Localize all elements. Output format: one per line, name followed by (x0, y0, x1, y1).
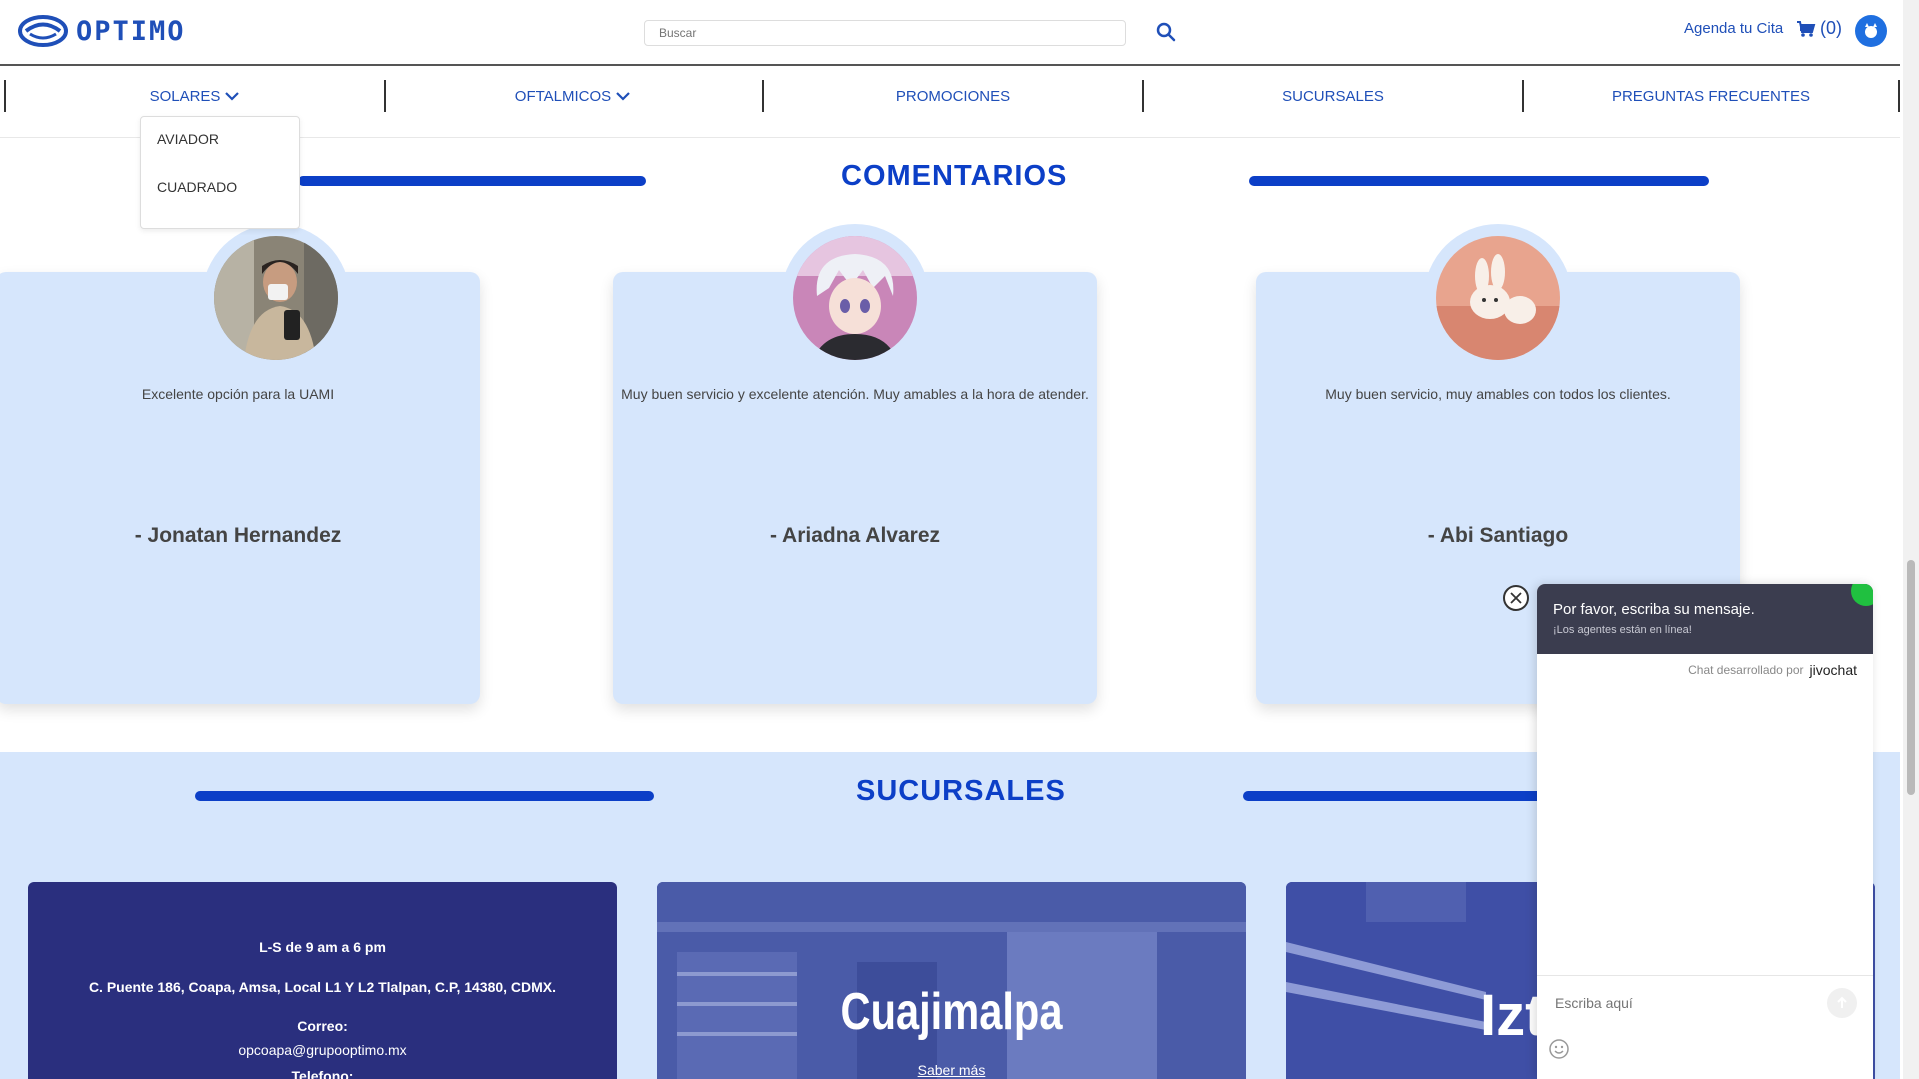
logo-text: OPTIMO (76, 15, 186, 47)
close-icon (1510, 592, 1522, 604)
chat-subtitle: ¡Los agentes están en línea! (1553, 624, 1692, 636)
chat-widget: Por favor, escriba su mensaje. ¡Los agen… (1537, 584, 1873, 1079)
chat-close-button[interactable] (1503, 585, 1529, 611)
comment-text: Muy buen servicio, muy amables con todos… (1325, 386, 1671, 402)
section-title-sucursales: SUCURSALES (856, 775, 1066, 807)
branch-name: Izt (1480, 983, 1545, 1048)
branch-card-cuajimalpa[interactable]: Cuajimalpa Saber más (657, 882, 1246, 1079)
eye-logo-icon (18, 15, 68, 47)
online-status-indicator (1851, 584, 1873, 606)
comment-author: - Ariadna Alvarez (770, 524, 940, 547)
branch-email-label: Correo: (297, 1018, 348, 1034)
chat-message-input[interactable] (1553, 990, 1827, 1016)
cart-count: (0) (1820, 18, 1842, 38)
cart-button[interactable]: (0) (1796, 18, 1842, 39)
search-icon (1156, 22, 1176, 42)
dropdown-item-cuadrado[interactable]: CUADRADO (157, 179, 237, 195)
comment-card: Excelente opción para la UAMI - Jonatan … (0, 224, 480, 704)
emoji-button[interactable] (1548, 1038, 1570, 1060)
powered-by-text: Chat desarrollado por (1688, 663, 1804, 677)
nav-item-label: PREGUNTAS FRECUENTES (1611, 87, 1811, 105)
nav-item-label: OFTALMICOS (514, 87, 612, 105)
section-title-comentarios: COMENTARIOS (841, 160, 1068, 192)
branch-address: C. Puente 186, Coapa, Amsa, Local L1 Y L… (88, 979, 557, 995)
section-divider-left (195, 791, 654, 801)
nav-item-preguntas-frecuentes[interactable]: PREGUNTAS FRECUENTES (1524, 80, 1900, 112)
branch-hours: L-S de 9 am a 6 pm (259, 939, 386, 955)
dropdown-item-aviador[interactable]: AVIADOR (157, 131, 219, 147)
comment-text: Excelente opción para la UAMI (141, 386, 335, 402)
user-icon (1865, 23, 1877, 38)
chat-powered-by: Chat desarrollado por jivochat (1688, 662, 1857, 678)
chat-header: Por favor, escriba su mensaje. ¡Los agen… (1537, 584, 1873, 654)
search-box (644, 20, 1126, 46)
store-interior-image (657, 882, 1246, 1079)
logo[interactable]: OPTIMO (18, 14, 186, 48)
branch-name: Cuajimalpa (840, 983, 1063, 1041)
nav-item-label: SUCURSALES (1282, 87, 1384, 105)
solares-dropdown-menu: AVIADOR CUADRADO (140, 116, 300, 229)
chat-input-divider (1537, 975, 1873, 976)
comment-text: Muy buen servicio y excelente atención. … (621, 386, 1089, 402)
nav-item-label: PROMOCIONES (895, 87, 1011, 105)
section-divider-left (298, 176, 646, 186)
nav-item-promociones[interactable]: PROMOCIONES (764, 80, 1144, 112)
avatar (793, 236, 917, 360)
chevron-down-icon (616, 92, 630, 101)
chevron-down-icon (225, 92, 240, 101)
search-input[interactable] (657, 21, 1121, 45)
send-arrow-icon (1837, 996, 1847, 1008)
comment-author: - Jonatan Hernandez (134, 524, 342, 547)
user-account-button[interactable] (1855, 15, 1887, 47)
page-scrollbar[interactable] (1903, 0, 1919, 1079)
avatar-ring (1424, 224, 1572, 372)
chat-messages-area (1537, 684, 1873, 974)
header: OPTIMO Agenda tu Cita (0) (0, 0, 1900, 66)
search-button[interactable] (1154, 20, 1178, 44)
comment-card: Muy buen servicio y excelente atención. … (613, 224, 1097, 704)
comment-author: - Abi Santiago (1427, 524, 1569, 547)
chat-title: Por favor, escriba su mensaje. (1553, 601, 1755, 618)
branch-info-card: L-S de 9 am a 6 pm C. Puente 186, Coapa,… (28, 882, 617, 1079)
jivochat-brand[interactable]: jivochat (1810, 662, 1857, 678)
cart-icon (1797, 20, 1816, 37)
scrollbar-thumb[interactable] (1907, 560, 1915, 795)
chat-send-button[interactable] (1827, 988, 1857, 1018)
avatar (1436, 236, 1560, 360)
nav-item-sucursales[interactable]: SUCURSALES (1144, 80, 1524, 112)
branch-more-link[interactable]: Saber más (657, 1062, 1246, 1078)
emoji-icon (1549, 1039, 1569, 1059)
nav-item-solares[interactable]: SOLARES (4, 80, 386, 112)
nav-item-oftalmicos[interactable]: OFTALMICOS (384, 80, 764, 112)
branch-email[interactable]: opcoapa@grupooptimo.mx (28, 1042, 617, 1058)
avatar-ring (781, 224, 929, 372)
avatar-ring (202, 224, 350, 372)
nav-item-label: SOLARES (149, 87, 221, 105)
section-divider-right (1249, 176, 1709, 186)
agenda-link[interactable]: Agenda tu Cita (1684, 20, 1783, 37)
branch-phone-label: Telefono: (291, 1068, 354, 1079)
avatar (214, 236, 338, 360)
